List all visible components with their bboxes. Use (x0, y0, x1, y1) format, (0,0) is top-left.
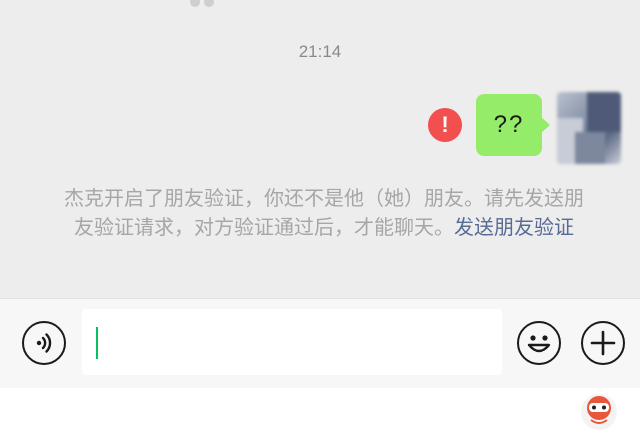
send-failed-error-icon[interactable]: ! (428, 108, 462, 142)
message-input[interactable] (82, 309, 502, 375)
voice-icon (36, 333, 52, 353)
more-button[interactable] (581, 321, 625, 365)
voice-button[interactable] (22, 321, 66, 365)
avatar[interactable] (557, 92, 621, 164)
watermark-logo (581, 394, 617, 430)
top-dots (190, 0, 230, 7)
text-caret (96, 327, 98, 359)
plus-icon (590, 330, 616, 356)
sent-message-bubble[interactable]: ?? (476, 94, 542, 156)
message-timestamp: 21:14 (298, 42, 342, 61)
friend-verification-notice: 杰克开启了朋友验证，你还不是他（她）朋友。请先发送朋友验证请求，对方验证通过后，… (58, 184, 590, 242)
send-friend-request-link[interactable]: 发送朋友验证 (454, 215, 574, 239)
keyboard-area (0, 388, 640, 444)
emoji-button[interactable] (517, 321, 561, 365)
bubble-tail (541, 117, 550, 133)
chat-area: 21:14 ! ?? 杰克开启了朋友验证，你还不是他（她）朋友。请先发送朋友验证… (0, 0, 640, 298)
input-bar (0, 298, 640, 388)
emoji-icon (527, 335, 551, 353)
